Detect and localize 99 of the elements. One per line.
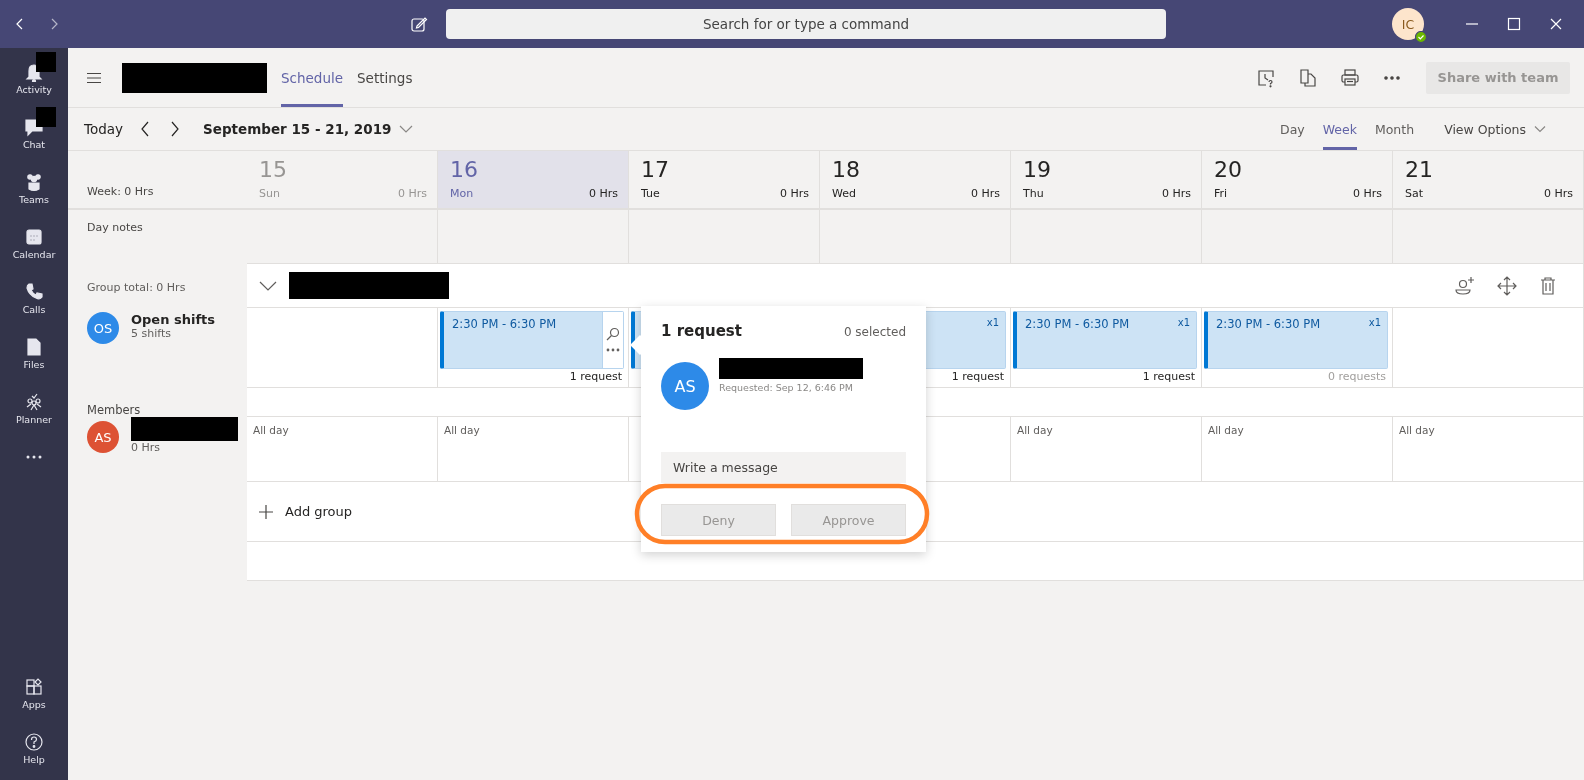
shift-time: 2:30 PM - 6:30 PM — [452, 317, 557, 331]
request-count: 1 request — [569, 370, 622, 383]
avatar: AS — [87, 421, 119, 453]
request-count: 1 request — [951, 370, 1004, 383]
clock-icon[interactable] — [1256, 67, 1276, 88]
people-icon — [24, 171, 44, 192]
search-field[interactable]: Search for or type a command — [446, 9, 1166, 39]
member-hours: 0 Hrs — [131, 441, 162, 454]
day-hours: 0 Hrs — [588, 187, 618, 200]
day-name: Tue — [641, 187, 660, 200]
message-field[interactable]: Write a message — [661, 452, 906, 483]
avatar: OS — [87, 312, 119, 344]
maximize-icon[interactable] — [1506, 16, 1522, 32]
help-icon — [24, 731, 44, 752]
day-name: Mon — [450, 187, 474, 200]
move-icon[interactable] — [1497, 275, 1517, 296]
all-day-label: All day — [1208, 424, 1244, 436]
shift-card[interactable]: 2:30 PM - 6:30 PM — [440, 311, 624, 369]
day-name: Sun — [259, 187, 280, 200]
day-number: 21 — [1405, 157, 1434, 182]
shift-card[interactable]: 2:30 PM - 6:30 PM x1 — [1013, 311, 1197, 369]
popup-title: 1 request — [661, 322, 742, 340]
day-number: 20 — [1214, 157, 1243, 182]
close-icon[interactable] — [1548, 16, 1564, 32]
apps-icon — [24, 676, 44, 697]
week-total: Week: 0 Hrs — [87, 185, 154, 198]
view-tab[interactable]: Day — [1280, 108, 1305, 150]
request-count: 0 requests — [1327, 370, 1386, 383]
rail-item[interactable]: Calendar — [0, 217, 68, 269]
all-day-label: All day — [1399, 424, 1435, 436]
compose-icon[interactable] — [410, 15, 428, 33]
date-range-dropdown[interactable]: September 15 - 21, 2019 — [203, 121, 414, 137]
shift-time: 2:30 PM - 6:30 PM — [1216, 317, 1321, 331]
avatar: AS — [661, 362, 709, 410]
day-name: Wed — [832, 187, 856, 200]
add-person-icon[interactable] — [1453, 275, 1475, 296]
request-time: Requested: Sep 12, 6:46 PM — [719, 382, 855, 393]
day-hours: 0 Hrs — [397, 187, 427, 200]
print-icon[interactable] — [1340, 67, 1360, 88]
bell-icon — [24, 61, 44, 82]
chevron-icon — [1534, 125, 1546, 133]
all-day-label: All day — [444, 424, 480, 436]
open-shifts-title: Open shifts — [131, 312, 215, 327]
copy-icon[interactable] — [1298, 67, 1318, 88]
day-hours: 0 Hrs — [779, 187, 809, 200]
avatar[interactable]: IC — [1392, 8, 1424, 40]
group-total: Group total: 0 Hrs — [87, 281, 186, 294]
rail-item[interactable]: Planner — [0, 382, 68, 434]
rail-item[interactable]: Files — [0, 327, 68, 379]
phone-icon — [24, 281, 44, 302]
members-label: Members — [87, 403, 141, 417]
chevron-icon — [399, 124, 414, 134]
presence-icon — [1415, 31, 1427, 43]
view-tab[interactable]: Month — [1374, 108, 1415, 150]
day-name: Fri — [1214, 187, 1228, 200]
planner-icon — [24, 391, 44, 412]
view-options-dropdown[interactable]: View Options — [1444, 108, 1546, 150]
day-number: 17 — [641, 157, 670, 182]
day-hours: 0 Hrs — [970, 187, 1000, 200]
shift-card[interactable]: 2:30 PM - 6:30 PM x1 — [1204, 311, 1388, 369]
rail-item[interactable]: Chat — [0, 107, 68, 159]
collapse-icon[interactable] — [259, 279, 277, 292]
day-number: 19 — [1023, 157, 1052, 182]
day-hours: 0 Hrs — [1543, 187, 1573, 200]
day-name: Thu — [1023, 187, 1044, 200]
all-day-label: All day — [253, 424, 289, 436]
day-number: 16 — [450, 157, 479, 182]
shift-count: 5 shifts — [131, 327, 172, 340]
day-hours: 0 Hrs — [1352, 187, 1382, 200]
calendar-icon — [24, 226, 44, 247]
plus-icon — [259, 504, 273, 519]
day-hours: 0 Hrs — [1161, 187, 1191, 200]
tab[interactable]: Schedule — [281, 48, 344, 107]
file-icon — [24, 336, 44, 357]
add-group-button[interactable]: Add group — [259, 504, 353, 519]
rail-item[interactable]: Teams — [0, 162, 68, 214]
day-number: 15 — [259, 157, 288, 182]
shift-count-label: x1 — [1368, 317, 1381, 330]
tab[interactable]: Settings — [357, 48, 413, 107]
shift-count-label: x1 — [986, 317, 999, 328]
day-number: 18 — [832, 157, 861, 182]
day-name: Sat — [1405, 187, 1424, 200]
more-icon — [26, 455, 42, 459]
more-icon[interactable] — [606, 347, 620, 353]
rail-item[interactable]: Calls — [0, 272, 68, 324]
today-button[interactable]: Today — [84, 121, 124, 137]
redaction-mark — [36, 107, 56, 127]
shift-count-label: x1 — [1177, 317, 1190, 330]
rail-item[interactable]: Help — [0, 722, 68, 774]
rail-item[interactable]: Apps — [0, 667, 68, 719]
search-icon[interactable] — [606, 327, 620, 341]
redaction-mark — [36, 52, 56, 72]
delete-icon[interactable] — [1539, 275, 1557, 296]
all-day-label: All day — [1017, 424, 1053, 436]
rail-item[interactable]: Activity — [0, 52, 68, 104]
shift-time: 2:30 PM - 6:30 PM — [1025, 317, 1130, 331]
selected-count: 0 selected — [843, 325, 906, 339]
day-notes-label: Day notes — [87, 221, 143, 234]
request-count: 1 request — [1142, 370, 1195, 383]
